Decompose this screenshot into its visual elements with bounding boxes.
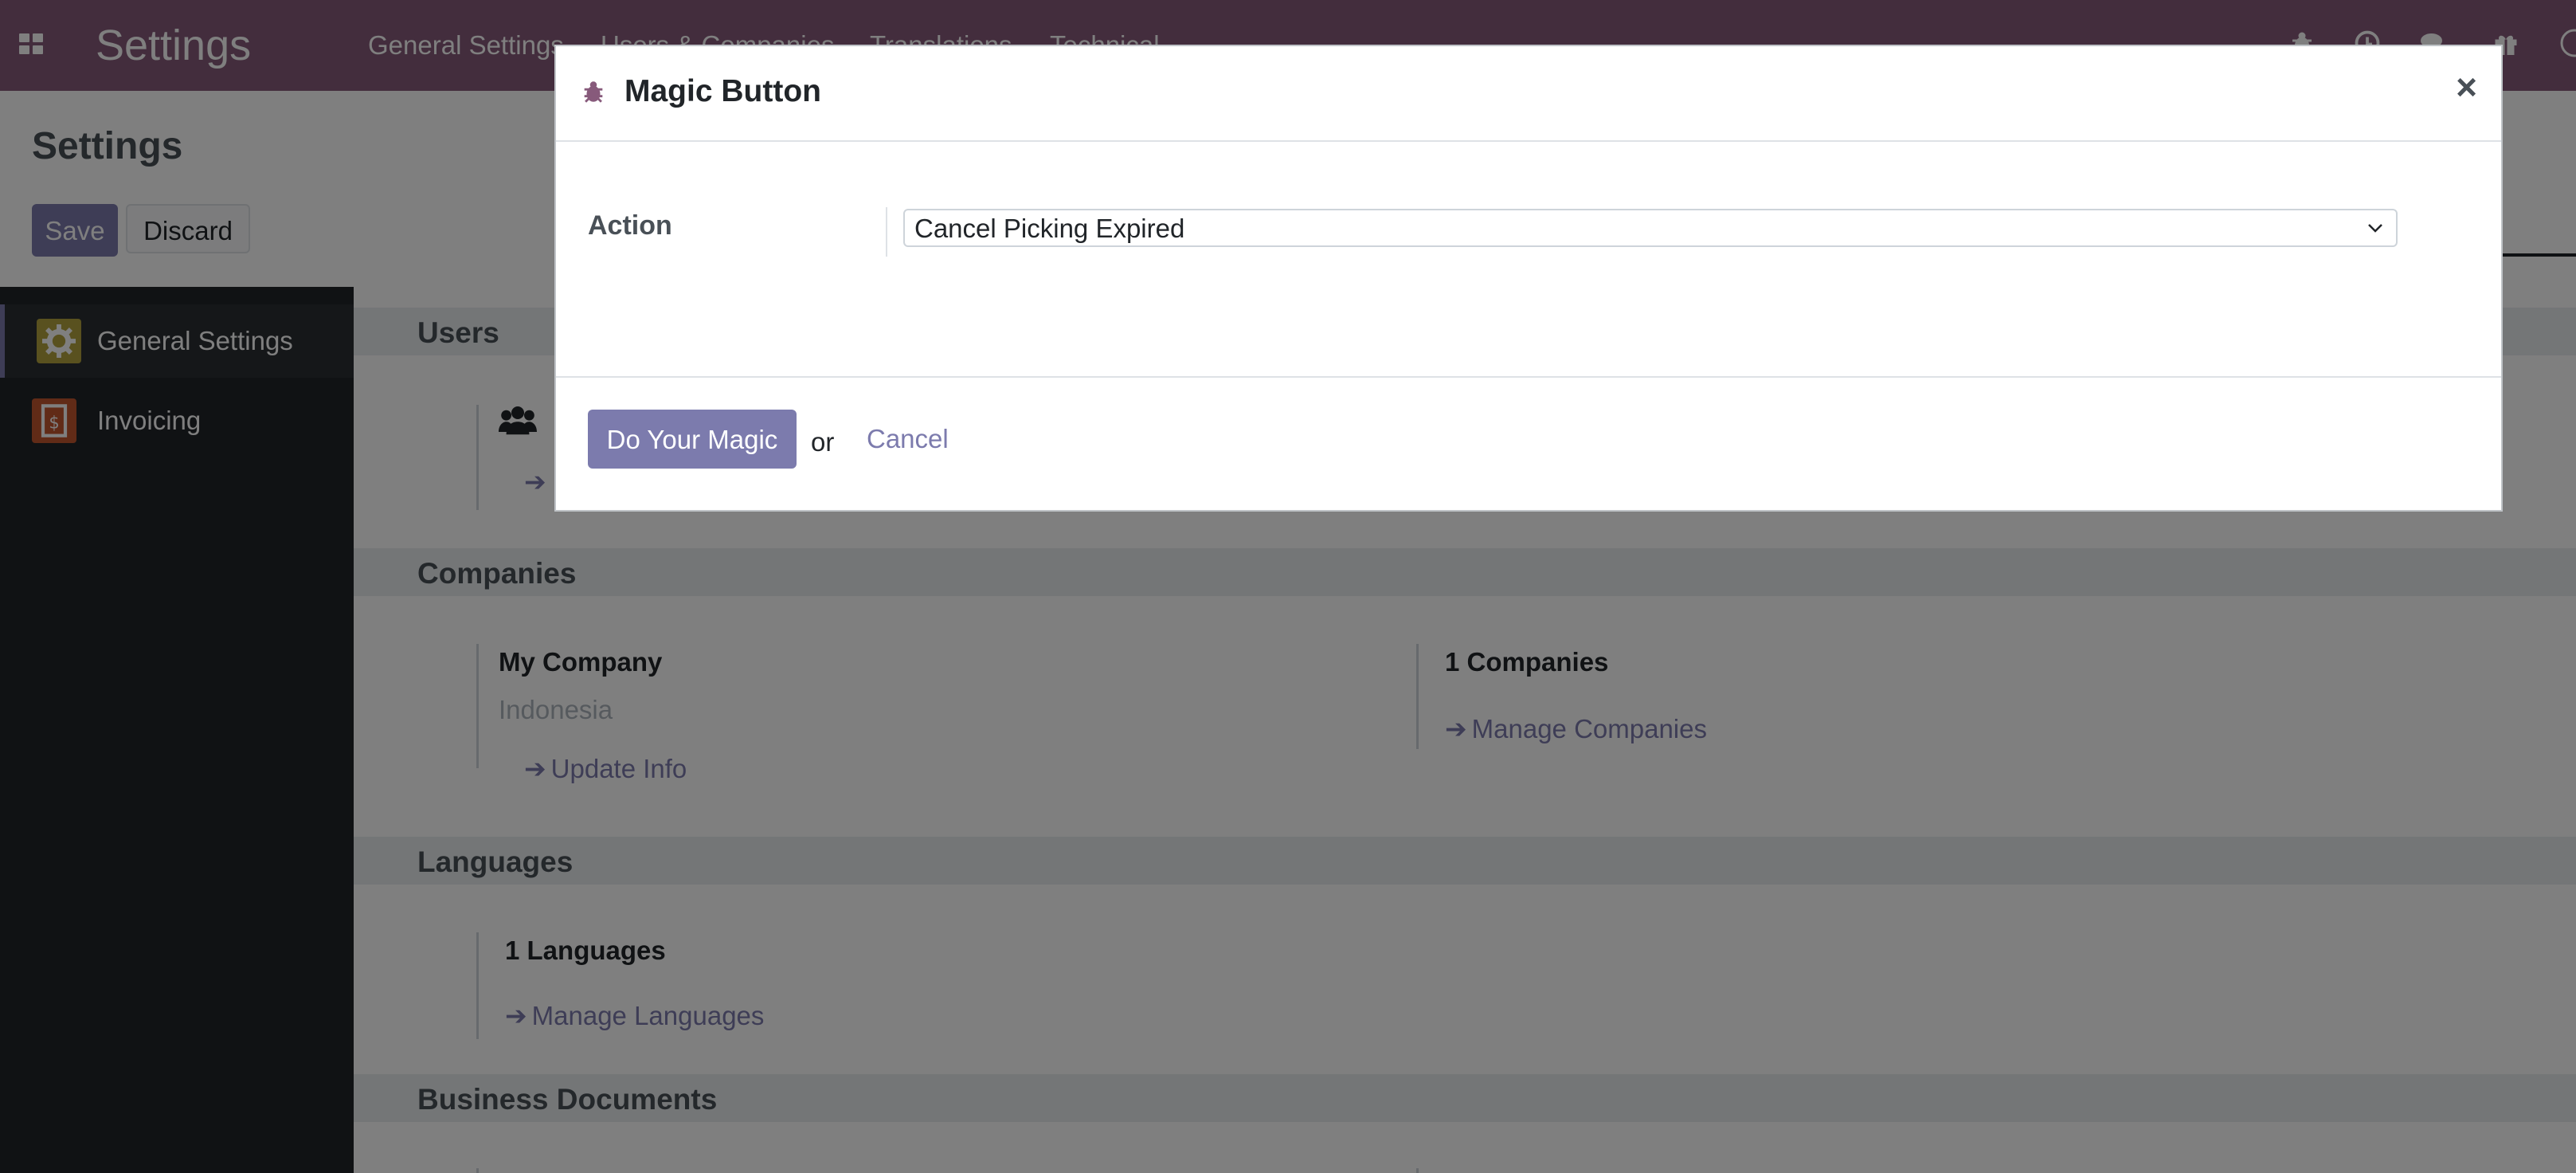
field-separator (886, 207, 887, 257)
or-text: or (811, 427, 835, 457)
close-icon[interactable]: × (2456, 67, 2477, 107)
action-label: Action (588, 210, 672, 241)
modal-title: Magic Button (624, 74, 821, 108)
do-your-magic-button[interactable]: Do Your Magic (588, 410, 797, 469)
bug-icon (580, 78, 607, 105)
magic-button-dialog: Magic Button × Action Cancel Picking Exp… (554, 45, 2503, 512)
chevron-down-icon (2366, 218, 2385, 237)
modal-footer: Do Your Magic or Cancel (556, 376, 2501, 513)
modal-header: Magic Button × (556, 46, 2501, 142)
action-select-value: Cancel Picking Expired (914, 214, 1185, 243)
settings-app: Settings General Settings Users & Compan… (0, 0, 2576, 1173)
action-select[interactable]: Cancel Picking Expired (903, 209, 2398, 247)
cancel-link[interactable]: Cancel (867, 422, 949, 456)
